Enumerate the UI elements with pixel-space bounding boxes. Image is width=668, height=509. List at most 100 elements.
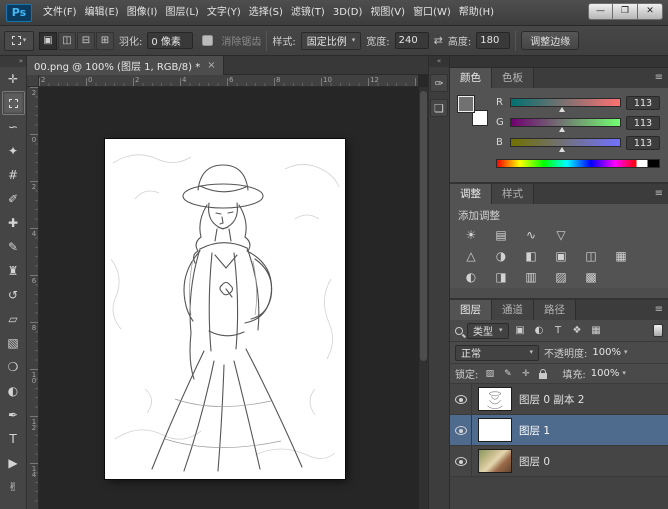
panel-menu-icon[interactable]: ≡ <box>655 72 663 83</box>
eye-icon[interactable] <box>455 426 467 435</box>
lasso-tool[interactable]: ∽ <box>2 115 25 139</box>
foreground-color-swatch[interactable] <box>458 96 474 112</box>
brush-tool[interactable]: ✎ <box>2 235 25 259</box>
slider-marker[interactable] <box>559 107 565 112</box>
blend-mode-select[interactable]: 正常 ▾ <box>455 345 539 361</box>
layer-row[interactable]: 图层 0 <box>450 446 668 477</box>
minimize-button[interactable]: — <box>588 3 613 20</box>
tab-color[interactable]: 颜色 <box>450 68 492 88</box>
add-to-selection-button[interactable]: ◫ <box>58 32 76 50</box>
intersect-selection-button[interactable]: ⊞ <box>96 32 114 50</box>
adjustment-photo-filter-icon[interactable]: ◫ <box>578 247 604 266</box>
tab-paths[interactable]: 路径 <box>534 300 576 320</box>
layer-filtering-toggle[interactable] <box>653 324 663 337</box>
history-brush-tool[interactable]: ↺ <box>2 283 25 307</box>
tab-styles[interactable]: 样式 <box>492 184 534 204</box>
adjustment-black-white-icon[interactable]: ▣ <box>548 247 574 266</box>
width-input[interactable] <box>395 32 429 49</box>
slider-marker[interactable] <box>559 127 565 132</box>
menu-layer[interactable]: 图层(L) <box>161 0 202 25</box>
panel-menu-icon[interactable]: ≡ <box>655 304 663 315</box>
adjustment-gradient-map-icon[interactable]: ▨ <box>548 268 574 287</box>
maximize-button[interactable]: ❐ <box>613 3 638 20</box>
red-channel-slider[interactable] <box>510 98 621 107</box>
healing-brush-tool[interactable]: ✚ <box>2 211 25 235</box>
opacity-control[interactable]: 100% ▾ <box>592 347 627 358</box>
panel-menu-icon[interactable]: ≡ <box>655 188 663 199</box>
adjustment-color-balance-icon[interactable]: ◧ <box>518 247 544 266</box>
quick-selection-tool[interactable]: ✦ <box>2 139 25 163</box>
brush-panel-icon[interactable]: ✑ <box>430 74 448 92</box>
menu-3d[interactable]: 3D(D) <box>329 0 367 25</box>
blur-tool[interactable]: ❍ <box>2 355 25 379</box>
refine-edge-button[interactable]: 调整边缘 <box>521 31 579 50</box>
toolbar-collapse-button[interactable]: » <box>0 56 26 67</box>
scrollbar-thumb[interactable] <box>420 91 427 361</box>
menu-window[interactable]: 窗口(W) <box>409 0 455 25</box>
adjustment-channel-mixer-icon[interactable]: ▦ <box>608 247 634 266</box>
eyedropper-tool[interactable]: ✐ <box>2 187 25 211</box>
layer-thumbnail[interactable] <box>478 449 512 473</box>
filter-kind-select[interactable]: 类型 ▾ <box>467 323 509 339</box>
visibility-cell[interactable] <box>450 415 472 446</box>
crop-tool[interactable]: # <box>2 163 25 187</box>
adjustment-levels-icon[interactable]: ▤ <box>488 226 514 245</box>
slider-marker[interactable] <box>559 147 565 152</box>
color-spectrum-ramp[interactable] <box>496 159 660 168</box>
background-color-swatch[interactable] <box>472 110 488 126</box>
height-input[interactable] <box>476 32 510 49</box>
antialias-checkbox[interactable] <box>202 35 213 46</box>
fill-control[interactable]: 100% ▾ <box>591 368 626 379</box>
lock-all-icon[interactable] <box>539 373 547 379</box>
layer-list-empty-area[interactable] <box>450 477 668 509</box>
layer-name[interactable]: 图层 0 <box>519 454 550 469</box>
menu-type[interactable]: 文字(Y) <box>203 0 245 25</box>
menu-file[interactable]: 文件(F) <box>39 0 81 25</box>
layer-row-selected[interactable]: 图层 1 <box>450 415 668 446</box>
filter-adjustment-layers-icon[interactable]: ◐ <box>532 325 547 336</box>
clone-stamp-tool[interactable]: ♜ <box>2 259 25 283</box>
blue-channel-value[interactable]: 113 <box>626 136 660 150</box>
pen-tool[interactable]: ✒ <box>2 403 25 427</box>
tab-swatches[interactable]: 色板 <box>492 68 534 88</box>
adjustment-posterize-icon[interactable]: ◨ <box>488 268 514 287</box>
tab-close-icon[interactable]: × <box>207 60 215 71</box>
hand-tool[interactable]: ✌ <box>2 475 25 499</box>
vertical-scrollbar[interactable] <box>418 87 428 509</box>
close-button[interactable]: ✕ <box>638 3 663 20</box>
menu-select[interactable]: 选择(S) <box>245 0 287 25</box>
tab-layers[interactable]: 图层 <box>450 300 492 320</box>
document-canvas[interactable] <box>105 139 345 479</box>
type-tool[interactable]: T <box>2 427 25 451</box>
canvas-view[interactable] <box>39 87 418 509</box>
lock-position-icon[interactable]: ✛ <box>519 369 532 379</box>
document-tab[interactable]: 00.png @ 100% (图层 1, RGB/8) * × <box>27 56 224 75</box>
red-channel-value[interactable]: 113 <box>626 96 660 110</box>
lock-pixels-icon[interactable]: ✎ <box>501 369 514 379</box>
adjustment-invert-icon[interactable]: ◐ <box>458 268 484 287</box>
menu-help[interactable]: 帮助(H) <box>455 0 498 25</box>
move-tool[interactable]: ✛ <box>2 67 25 91</box>
filter-shape-layers-icon[interactable]: ❖ <box>570 325 585 336</box>
adjustment-curves-icon[interactable]: ∿ <box>518 226 544 245</box>
tab-adjustments[interactable]: 调整 <box>450 184 492 204</box>
dock-expand-button[interactable]: « <box>429 56 449 67</box>
tool-preset-picker[interactable]: ▾ <box>4 31 34 51</box>
filter-smart-objects-icon[interactable]: ▦ <box>589 325 604 336</box>
visibility-cell[interactable] <box>450 384 472 415</box>
green-channel-slider[interactable] <box>510 118 621 127</box>
menu-filter[interactable]: 滤镜(T) <box>287 0 329 25</box>
menu-image[interactable]: 图像(I) <box>123 0 162 25</box>
filter-type-layers-icon[interactable]: T <box>551 325 566 336</box>
gradient-tool[interactable]: ▧ <box>2 331 25 355</box>
layer-thumbnail[interactable] <box>478 387 512 411</box>
blue-channel-slider[interactable] <box>510 138 621 147</box>
eraser-tool[interactable]: ▱ <box>2 307 25 331</box>
menu-view[interactable]: 视图(V) <box>366 0 409 25</box>
adjustment-threshold-icon[interactable]: ▥ <box>518 268 544 287</box>
layer-thumbnail[interactable] <box>478 418 512 442</box>
eye-icon[interactable] <box>455 395 467 404</box>
adjustment-exposure-icon[interactable]: ▽ <box>548 226 574 245</box>
swap-width-height-icon[interactable]: ⇄ <box>434 34 443 47</box>
tab-channels[interactable]: 通道 <box>492 300 534 320</box>
